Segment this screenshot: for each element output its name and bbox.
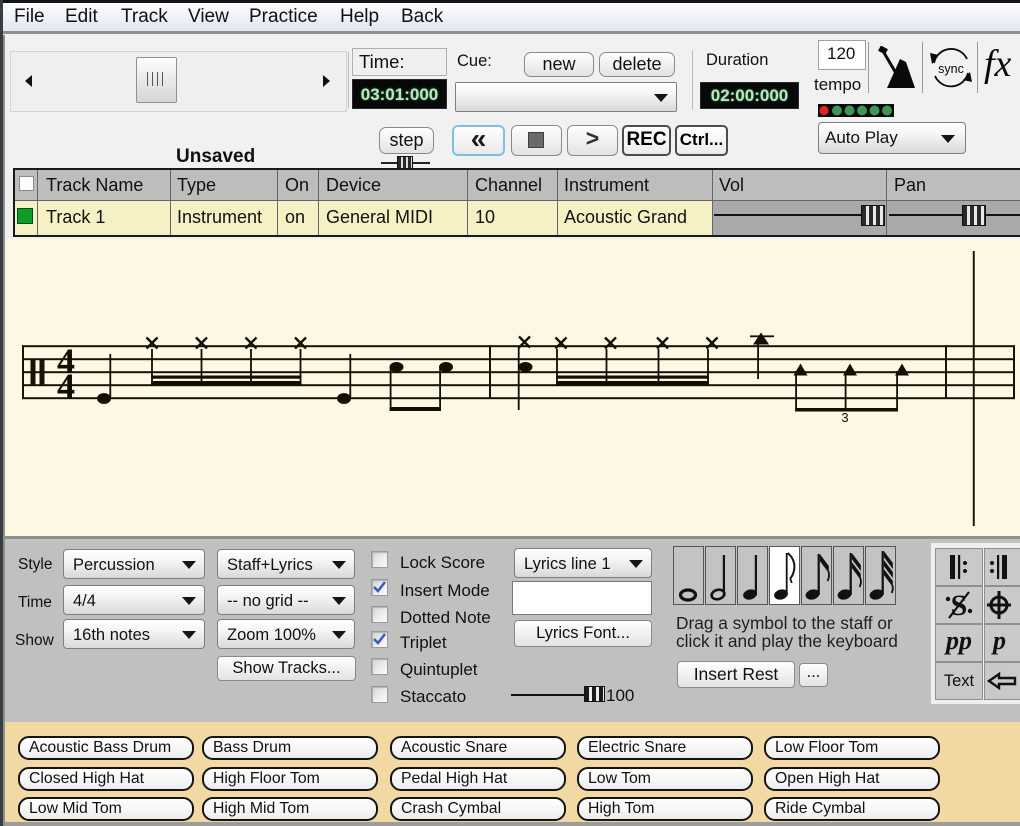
svg-text:4: 4 xyxy=(57,366,75,406)
svg-text:sync: sync xyxy=(938,62,964,76)
svg-text:3: 3 xyxy=(841,410,848,425)
